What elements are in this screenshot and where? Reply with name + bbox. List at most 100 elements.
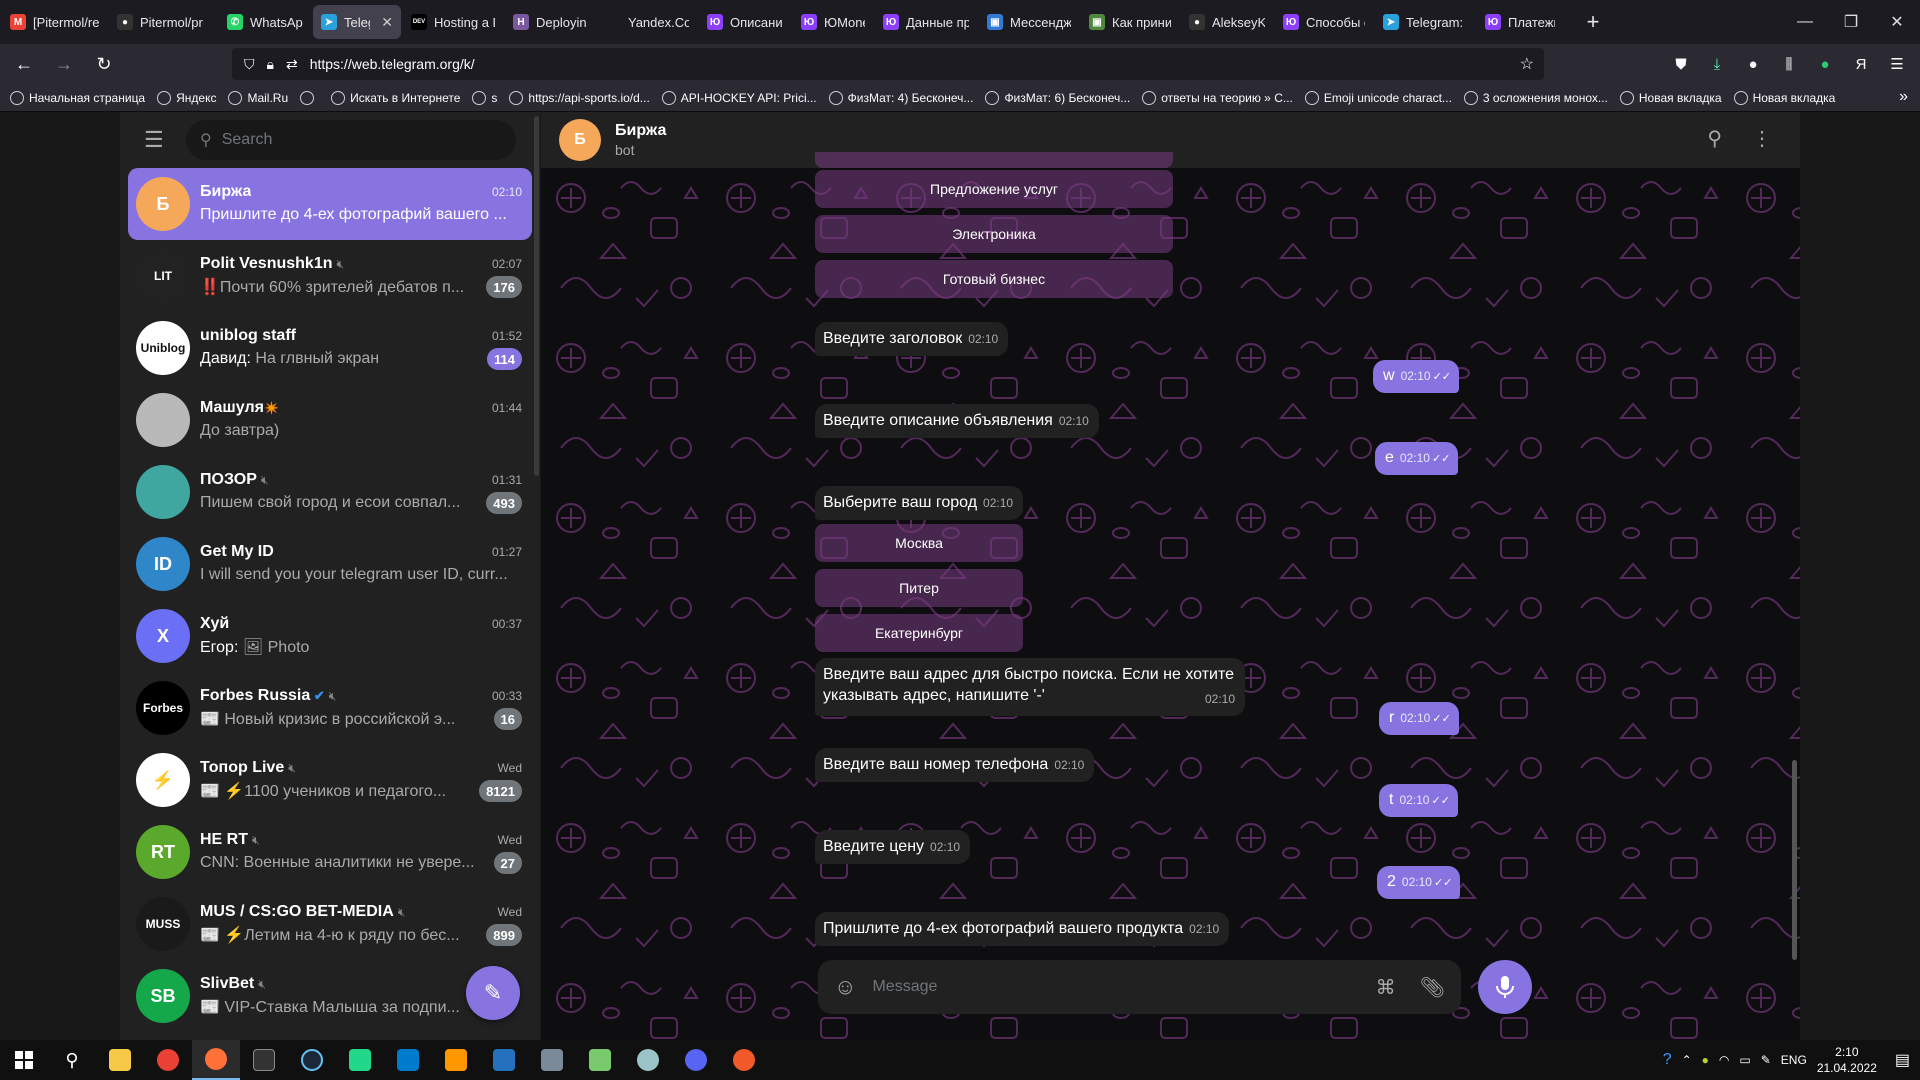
outgoing-message[interactable]: 2 02:10 ✓✓ (1377, 866, 1461, 899)
chat-list-item[interactable]: ПОЗОР 🔇︎ 01:31 Пишем свой город и есои совп… (128, 456, 532, 528)
chat-list-item[interactable]: LIT Polit Vesnushk1n 🔇︎ 02:07 ‼️Почти 60% зр… (128, 240, 532, 312)
forward-icon[interactable]: → (48, 48, 80, 80)
incoming-message[interactable]: Пришлите до 4-ех фотографий вашего проду… (815, 912, 1230, 946)
incoming-message[interactable]: Введите описание объявления 02:10 (815, 404, 1099, 438)
chrome-icon[interactable] (144, 1040, 192, 1080)
keyboard-button[interactable] (815, 152, 1173, 168)
browser-tab[interactable]: ▣ Мессендж (979, 5, 1079, 39)
new-tab-button[interactable]: + (1577, 6, 1609, 38)
bookmark-item[interactable]: Новая вкладка (1733, 90, 1835, 105)
browser-tab[interactable]: Ю ЮMoney (793, 5, 873, 39)
browser-tab[interactable]: DEV Hosting a P (403, 5, 503, 39)
outgoing-message[interactable]: t 02:10 ✓✓ (1379, 784, 1458, 817)
chat-list-item[interactable]: Forbes Forbes Russia ✔ 🔇︎ 00:33 📰 Новый криз… (128, 672, 532, 744)
steam-icon[interactable] (288, 1040, 336, 1080)
permissions-icon[interactable]: ⇄ (286, 56, 298, 73)
keyboard-button[interactable]: Предложение услуг (815, 170, 1173, 208)
more-options-icon[interactable]: ⋮ (1752, 126, 1772, 151)
incoming-message[interactable]: Выберите ваш город 02:10 (815, 486, 1024, 520)
browser-tab[interactable]: ➤ Telegram: C (1375, 5, 1475, 39)
yandex-icon[interactable]: Я (1846, 48, 1876, 80)
bookmark-item[interactable]: ФизМат: 6) Бесконеч... (985, 90, 1130, 105)
library-icon[interactable]: ⫼ (1774, 48, 1804, 80)
chat-list-item[interactable]: Машуля✴️ 01:44 До завтра) (128, 384, 532, 456)
browser-tab[interactable]: Ю Способы о (1275, 5, 1373, 39)
menu-icon[interactable]: ☰ (1882, 48, 1912, 80)
pen-icon[interactable]: ✎ (1761, 1053, 1771, 1067)
browser-tab[interactable]: ▣ Как прини (1081, 5, 1179, 39)
browser-tab[interactable]: M [Pitermol/re (2, 5, 107, 39)
bookmarks-overflow-icon[interactable]: » (1899, 88, 1908, 106)
browser-tab[interactable]: Ю Данные пр (875, 5, 977, 39)
browser-tab[interactable]: ● AlekseyKor (1181, 5, 1273, 39)
bookmark-item[interactable] (300, 90, 319, 105)
app-icon[interactable] (528, 1040, 576, 1080)
tray-app-icon[interactable]: ● (1702, 1053, 1709, 1067)
firefox-icon[interactable] (192, 1040, 240, 1080)
message-input[interactable]: Message (872, 978, 1351, 996)
search-icon[interactable]: ⚲ (1707, 126, 1722, 151)
conversation-scrollbar[interactable] (1792, 760, 1797, 960)
bookmark-item[interactable]: Яндекс (157, 90, 216, 105)
message-composer[interactable]: ☺ Message ⌘ 📎︎ (818, 960, 1461, 1014)
bookmark-item[interactable]: ФизМат: 4) Бесконеч... (828, 90, 973, 105)
profile-icon[interactable]: ● (1738, 48, 1768, 80)
reload-icon[interactable]: ↻ (88, 48, 120, 80)
app-icon[interactable] (624, 1040, 672, 1080)
browser-tab[interactable]: H Deploying v (505, 5, 595, 39)
downloads-icon[interactable]: ⤓ (1702, 48, 1732, 80)
incoming-message[interactable]: Введите ваш номер телефона 02:10 (815, 748, 1095, 782)
outgoing-message[interactable]: r 02:10 ✓✓ (1379, 702, 1459, 735)
incoming-message[interactable]: Введите цену 02:10 (815, 830, 971, 864)
browser-tab[interactable]: Ю Описание с (699, 5, 791, 39)
incoming-message[interactable]: Введите заголовок 02:10 (815, 322, 1009, 356)
terminal-icon[interactable] (240, 1040, 288, 1080)
close-window-icon[interactable]: ✕ (1874, 0, 1920, 44)
bookmark-item[interactable]: Искать в Интернете (331, 90, 460, 105)
keyboard-button[interactable]: Электроника (815, 215, 1173, 253)
incoming-message[interactable]: Введите ваш адрес для быстро поиска. Есл… (815, 658, 1245, 716)
minimize-icon[interactable]: — (1782, 0, 1828, 44)
bookmark-item[interactable]: Начальная страница (10, 90, 145, 105)
keyboard-button[interactable]: Готовый бизнес (815, 260, 1173, 298)
attach-icon[interactable]: 📎︎ (1420, 975, 1445, 1000)
bookmark-item[interactable]: API-HOCKEY API: Prici... (661, 90, 817, 105)
help-icon[interactable]: ? (1663, 1051, 1672, 1069)
back-icon[interactable]: ← (8, 48, 40, 80)
language-indicator[interactable]: ENG (1781, 1053, 1807, 1067)
clock[interactable]: 2:10 21.04.2022 (1817, 1044, 1877, 1076)
bookmark-item[interactable]: 3 осложнения монох... (1463, 90, 1608, 105)
sidebar-scrollbar[interactable] (534, 116, 539, 476)
chat-list-item[interactable]: ID Get My ID 01:27 I will send you your tel… (128, 528, 532, 600)
emoji-icon[interactable]: ☺ (834, 974, 856, 1000)
extension-icon[interactable]: ● (1810, 48, 1840, 80)
keyboard-button-city[interactable]: Питер (815, 569, 1023, 607)
chevron-up-icon[interactable]: ⌃ (1682, 1053, 1692, 1067)
browser-tab[interactable]: Ю Платежи и (1477, 5, 1563, 39)
pocket-icon[interactable]: ⛊ (1666, 48, 1696, 80)
sublime-icon[interactable] (432, 1040, 480, 1080)
bookmark-item[interactable]: Emoji unicode charact... (1304, 90, 1452, 105)
browser-tab[interactable]: ➤ Telegram ✕ (313, 5, 401, 39)
search-input[interactable]: ⚲ Search (186, 120, 516, 160)
battery-icon[interactable]: ▭ (1739, 1053, 1750, 1067)
outgoing-message[interactable]: w 02:10 ✓✓ (1373, 360, 1460, 393)
chat-list-item[interactable]: Uniblog uniblog staff 01:52 Давид: На глвны… (128, 312, 532, 384)
search-icon[interactable]: ⚲ (48, 1040, 96, 1080)
chat-avatar[interactable]: Б (559, 119, 601, 161)
shield-icon[interactable]: ⛉ (244, 56, 255, 73)
voice-record-button[interactable] (1478, 960, 1532, 1014)
windows-start-icon[interactable] (0, 1040, 48, 1080)
tab-close-icon[interactable]: ✕ (381, 14, 393, 31)
chat-list-item[interactable]: ⚡ Топор Live 🔇︎ Wed 📰 ⚡️1100 учеников и педа… (128, 744, 532, 816)
bookmark-star-icon[interactable]: ☆ (1520, 54, 1534, 74)
hamburger-menu-icon[interactable]: ☰ (144, 127, 168, 153)
bookmark-item[interactable]: s (472, 90, 497, 105)
vscode-icon[interactable] (384, 1040, 432, 1080)
chat-list-item[interactable]: RT НЕ RT 🔇︎ Wed CNN: Военные аналитики не ув… (128, 816, 532, 888)
bot-commands-icon[interactable]: ⌘ (1376, 975, 1396, 1000)
pycharm-icon[interactable] (336, 1040, 384, 1080)
bookmark-item[interactable]: https://api-sports.io/d... (509, 90, 650, 105)
browser-tab[interactable]: ✆ WhatsApp (219, 5, 311, 39)
new-message-button[interactable]: ✎ (466, 966, 520, 1020)
